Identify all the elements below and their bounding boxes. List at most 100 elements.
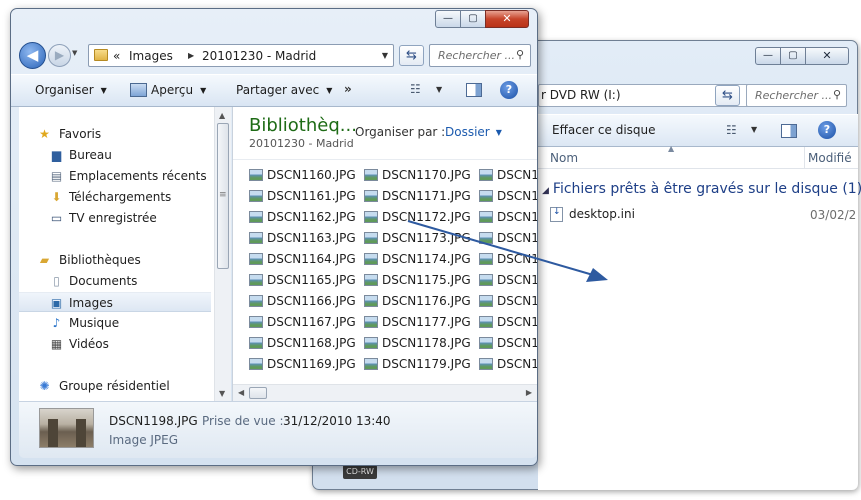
file-item[interactable]: DSCN1164.JPG (249, 249, 356, 270)
sidebar-item-recent[interactable]: ▤ Emplacements récents (19, 166, 211, 186)
property-value[interactable]: 31/12/2010 13:40 (283, 414, 391, 428)
window-caption-buttons: — ▢ ✕ (755, 47, 849, 65)
file-item[interactable]: DSCN1173.JPG (364, 228, 471, 249)
maximize-button[interactable]: ▢ (460, 10, 486, 28)
file-item[interactable]: DSCN1161.JPG (249, 186, 356, 207)
more-commands-button[interactable]: » (344, 82, 352, 96)
file-item[interactable]: DSCN1169.JPG (249, 354, 356, 375)
scroll-down-icon[interactable]: ▼ (219, 389, 225, 398)
erase-disc-button[interactable]: Effacer ce disque (552, 123, 656, 137)
breadcrumb-overflow[interactable]: « (113, 49, 120, 63)
image-file-icon (249, 274, 263, 286)
file-item[interactable]: DSCN1 (479, 249, 537, 270)
chevron-down-icon[interactable]: ▼ (751, 125, 757, 134)
file-item[interactable]: DSCN1166.JPG (249, 291, 356, 312)
address-bar[interactable]: « Images ▶ 20101230 - Madrid ▼ (88, 44, 394, 67)
column-header: ▲ Nom Modifié (538, 144, 858, 169)
group-header[interactable]: ◢ Fichiers prêts à être gravés sur le dis… (542, 181, 861, 197)
file-item[interactable]: DSCN1 (479, 207, 537, 228)
preview-pane-icon[interactable] (466, 83, 482, 97)
file-item[interactable]: DSCN1163.JPG (249, 228, 356, 249)
sidebar-item-favorites[interactable]: ★ Favoris (19, 124, 211, 144)
sidebar-item-homegroup[interactable]: ✺ Groupe résidentiel (19, 376, 211, 396)
search-input[interactable]: Rechercher ... ⚲ (429, 44, 531, 67)
minimize-button[interactable]: — (435, 10, 461, 28)
scroll-right-icon[interactable]: ▶ (526, 388, 532, 397)
help-icon[interactable]: ? (500, 81, 518, 99)
file-item[interactable]: DSCN1168.JPG (249, 333, 356, 354)
file-name: DSCN1166.JPG (267, 294, 356, 308)
search-input[interactable]: Rechercher ... ⚲ (746, 84, 847, 107)
close-button[interactable]: ✕ (485, 10, 529, 28)
organize-button[interactable]: Organiser ▼ (35, 83, 107, 97)
help-icon[interactable]: ? (818, 121, 836, 139)
list-item[interactable]: desktop.ini (550, 207, 635, 222)
scroll-left-icon[interactable]: ◀ (238, 388, 244, 397)
file-item[interactable]: DSCN1177.JPG (364, 312, 471, 333)
back-button[interactable]: ◀ (19, 42, 46, 69)
breadcrumb-separator-icon[interactable]: ▶ (188, 51, 194, 60)
scrollbar-thumb[interactable] (217, 123, 229, 269)
recent-pages-dropdown[interactable]: ▼ (72, 49, 77, 57)
forward-button[interactable]: ▶ (48, 44, 71, 67)
view-options-icon[interactable]: ☷ (410, 82, 421, 96)
column-modified-header[interactable]: Modifié (808, 151, 852, 165)
view-options-icon[interactable]: ☷ (726, 123, 737, 137)
file-name: DSCN1 (497, 168, 537, 182)
sidebar-item-tv[interactable]: ▭ TV enregistrée (19, 208, 211, 228)
sidebar-item-libraries[interactable]: ▰ Bibliothèques (19, 250, 211, 270)
file-item[interactable]: DSCN1 (479, 165, 537, 186)
horizontal-scrollbar[interactable]: ◀ ▶ (233, 384, 537, 401)
sidebar-item-videos[interactable]: ▦ Vidéos (19, 334, 211, 354)
search-icon: ⚲ (515, 48, 524, 61)
file-item[interactable]: DSCN1174.JPG (364, 249, 471, 270)
scroll-up-icon[interactable]: ▲ (219, 111, 225, 120)
file-item[interactable]: DSCN1 (479, 228, 537, 249)
minimize-button[interactable]: — (755, 47, 781, 65)
column-name-header[interactable]: Nom (550, 151, 578, 165)
preview-pane-icon[interactable] (781, 124, 797, 138)
file-item[interactable]: DSCN1172.JPG (364, 207, 471, 228)
file-item[interactable]: DSCN1165.JPG (249, 270, 356, 291)
expand-arrow-icon[interactable]: ◢ (542, 186, 549, 196)
sidebar-item-images[interactable]: ▣ Images (19, 292, 211, 312)
image-file-icon (249, 211, 263, 223)
breadcrumb-folder[interactable]: 20101230 - Madrid (202, 49, 316, 63)
maximize-button[interactable]: ▢ (780, 47, 806, 65)
file-item[interactable]: DSCN1170.JPG (364, 165, 471, 186)
sidebar-item-music[interactable]: ♪ Musique (19, 313, 211, 333)
share-button[interactable]: Partager avec ▼ (236, 83, 332, 97)
navigation-scrollbar[interactable]: ▲ ▼ (214, 107, 231, 401)
file-name: desktop.ini (569, 207, 635, 221)
chevron-down-icon[interactable]: ▼ (382, 51, 388, 60)
file-item[interactable]: DSCN1 (479, 186, 537, 207)
file-item[interactable]: DSCN1 (479, 354, 537, 375)
file-item[interactable]: DSCN1175.JPG (364, 270, 471, 291)
file-item[interactable]: DSCN1167.JPG (249, 312, 356, 333)
image-file-icon (364, 211, 378, 223)
file-item[interactable]: DSCN1176.JPG (364, 291, 471, 312)
refresh-button[interactable]: ⇆ (399, 45, 424, 66)
preview-button[interactable]: Aperçu ▼ (151, 83, 206, 97)
arrange-by-dropdown[interactable]: Dossier ▼ (445, 125, 502, 139)
close-button[interactable]: ✕ (805, 47, 849, 65)
file-item[interactable]: DSCN1179.JPG (364, 354, 471, 375)
file-item[interactable]: DSCN1171.JPG (364, 186, 471, 207)
scrollbar-thumb[interactable] (249, 387, 267, 399)
desktop-icon: ▆ (51, 148, 62, 162)
file-item[interactable]: DSCN1178.JPG (364, 333, 471, 354)
file-item[interactable]: DSCN1160.JPG (249, 165, 356, 186)
file-item[interactable]: DSCN1 (479, 312, 537, 333)
file-item[interactable]: DSCN1 (479, 291, 537, 312)
sidebar-item-desktop[interactable]: ▆ Bureau (19, 145, 211, 165)
column-separator[interactable] (804, 147, 805, 169)
sidebar-item-documents[interactable]: ▯ Documents (19, 271, 211, 291)
breadcrumb-images[interactable]: Images (129, 49, 173, 63)
preview-icon[interactable] (130, 83, 147, 97)
file-item[interactable]: DSCN1162.JPG (249, 207, 356, 228)
sidebar-item-downloads[interactable]: ⬇ Téléchargements (19, 187, 211, 207)
file-item[interactable]: DSCN1 (479, 270, 537, 291)
refresh-button[interactable]: ⇆ (715, 85, 740, 106)
file-item[interactable]: DSCN1 (479, 333, 537, 354)
chevron-down-icon[interactable]: ▼ (436, 85, 442, 94)
